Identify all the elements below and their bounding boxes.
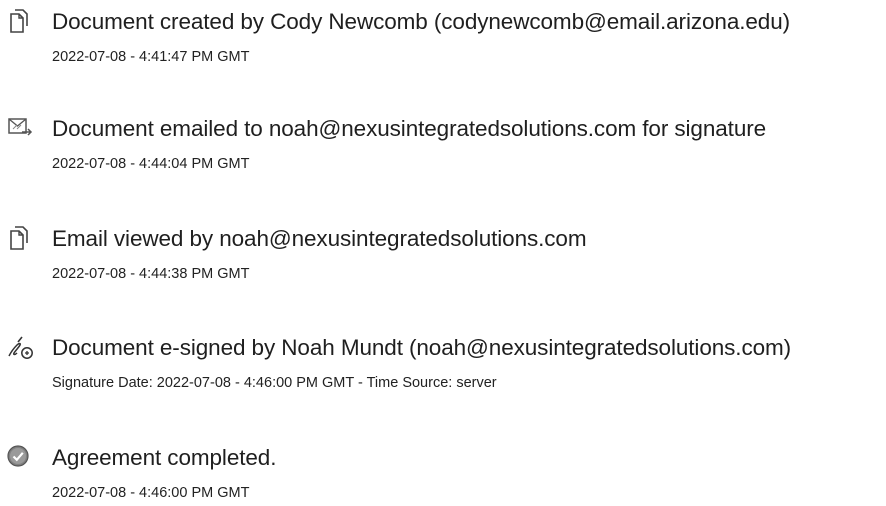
event-title: Document created by Cody Newcomb (codyne…	[52, 9, 791, 34]
event-timestamp: 2022-07-08 - 4:41:47 PM GMT	[52, 49, 250, 65]
event-timestamp: Signature Date: 2022-07-08 - 4:46:00 PM …	[52, 375, 497, 391]
event-timestamp: 2022-07-08 - 4:44:38 PM GMT	[52, 266, 250, 282]
event-title: Document e-signed by Noah Mundt (noah@ne…	[52, 335, 792, 360]
event-title: Email viewed by noah@nexusintegratedsolu…	[52, 226, 587, 251]
event-title: Document emailed to noah@nexusintegrated…	[52, 116, 767, 141]
document-icon	[6, 224, 36, 254]
document-icon	[6, 7, 36, 37]
event-title: Agreement completed.	[52, 445, 277, 470]
event-timestamp: 2022-07-08 - 4:46:00 PM GMT	[52, 485, 250, 501]
pen-sign-icon	[6, 333, 36, 363]
email-send-icon	[6, 114, 36, 144]
event-timestamp: 2022-07-08 - 4:44:04 PM GMT	[52, 156, 250, 172]
check-circle-icon	[6, 443, 36, 473]
